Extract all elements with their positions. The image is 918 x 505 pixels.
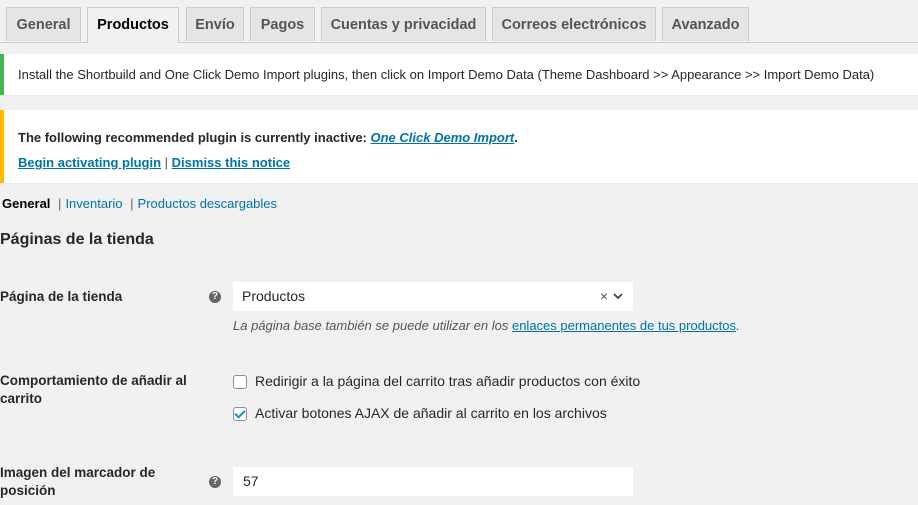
clear-icon[interactable]: × bbox=[600, 283, 608, 310]
permalinks-link[interactable]: enlaces permanentes de tus productos bbox=[512, 318, 736, 333]
plugin-link[interactable]: One Click Demo Import bbox=[371, 130, 515, 145]
tab-correos-electronicos[interactable]: Correos electrónicos bbox=[492, 7, 656, 41]
plugin-notice: The following recommended plugin is curr… bbox=[0, 110, 918, 183]
tab-envio[interactable]: Envío bbox=[186, 7, 244, 41]
help-icon[interactable]: ? bbox=[209, 291, 221, 303]
redirect-cart-checkbox[interactable] bbox=[233, 375, 247, 389]
tab-avanzado[interactable]: Avanzado bbox=[662, 7, 749, 41]
install-notice: Install the Shortbuild and One Click Dem… bbox=[0, 54, 918, 95]
placeholder-image-input[interactable]: 57 bbox=[233, 467, 633, 496]
subsection-inventario[interactable]: Inventario bbox=[65, 196, 122, 211]
begin-activating-link[interactable]: Begin activating plugin bbox=[18, 155, 161, 170]
notice-separator: | bbox=[164, 155, 169, 170]
tab-general[interactable]: General bbox=[6, 7, 81, 41]
tab-productos[interactable]: Productos bbox=[87, 7, 179, 43]
ajax-add-to-cart-label: Activar botones AJAX de añadir al carrit… bbox=[255, 405, 607, 421]
add-to-cart-label: Comportamiento de añadir al carrito bbox=[0, 373, 187, 406]
tab-pagos[interactable]: Pagos bbox=[250, 7, 315, 41]
plugin-notice-message: The following recommended plugin is curr… bbox=[18, 130, 518, 145]
redirect-cart-option[interactable]: Redirigir a la página del carrito tras a… bbox=[233, 373, 640, 389]
tab-cuentas-privacidad[interactable]: Cuentas y privacidad bbox=[321, 7, 486, 41]
ajax-add-to-cart-option[interactable]: Activar botones AJAX de añadir al carrit… bbox=[233, 405, 607, 421]
shop-page-label: Página de la tienda bbox=[0, 289, 123, 304]
plugin-notice-actions: Begin activating plugin | Dismiss this n… bbox=[18, 155, 290, 170]
subsection-general[interactable]: General bbox=[2, 196, 50, 211]
shop-page-selected-value: Productos bbox=[242, 288, 306, 304]
settings-tab-bar: General Productos Envío Pagos Cuentas y … bbox=[0, 0, 918, 43]
placeholder-image-label: Imagen del marcador de posición bbox=[0, 465, 156, 498]
install-notice-text: Install the Shortbuild and One Click Dem… bbox=[18, 67, 875, 82]
subsection-nav: General | Inventario | Productos descargab… bbox=[2, 196, 278, 211]
section-title: Páginas de la tienda bbox=[0, 231, 154, 248]
shop-page-select[interactable]: Productos × bbox=[233, 282, 633, 311]
redirect-cart-label: Redirigir a la página del carrito tras a… bbox=[255, 373, 641, 389]
dismiss-notice-link[interactable]: Dismiss this notice bbox=[172, 155, 290, 170]
help-icon[interactable]: ? bbox=[209, 476, 221, 488]
shop-page-description: La página base también se puede utilizar… bbox=[233, 318, 740, 333]
ajax-add-to-cart-checkbox[interactable] bbox=[233, 407, 247, 421]
subsection-productos-descargables[interactable]: Productos descargables bbox=[138, 196, 277, 211]
chevron-down-icon[interactable] bbox=[612, 283, 624, 310]
